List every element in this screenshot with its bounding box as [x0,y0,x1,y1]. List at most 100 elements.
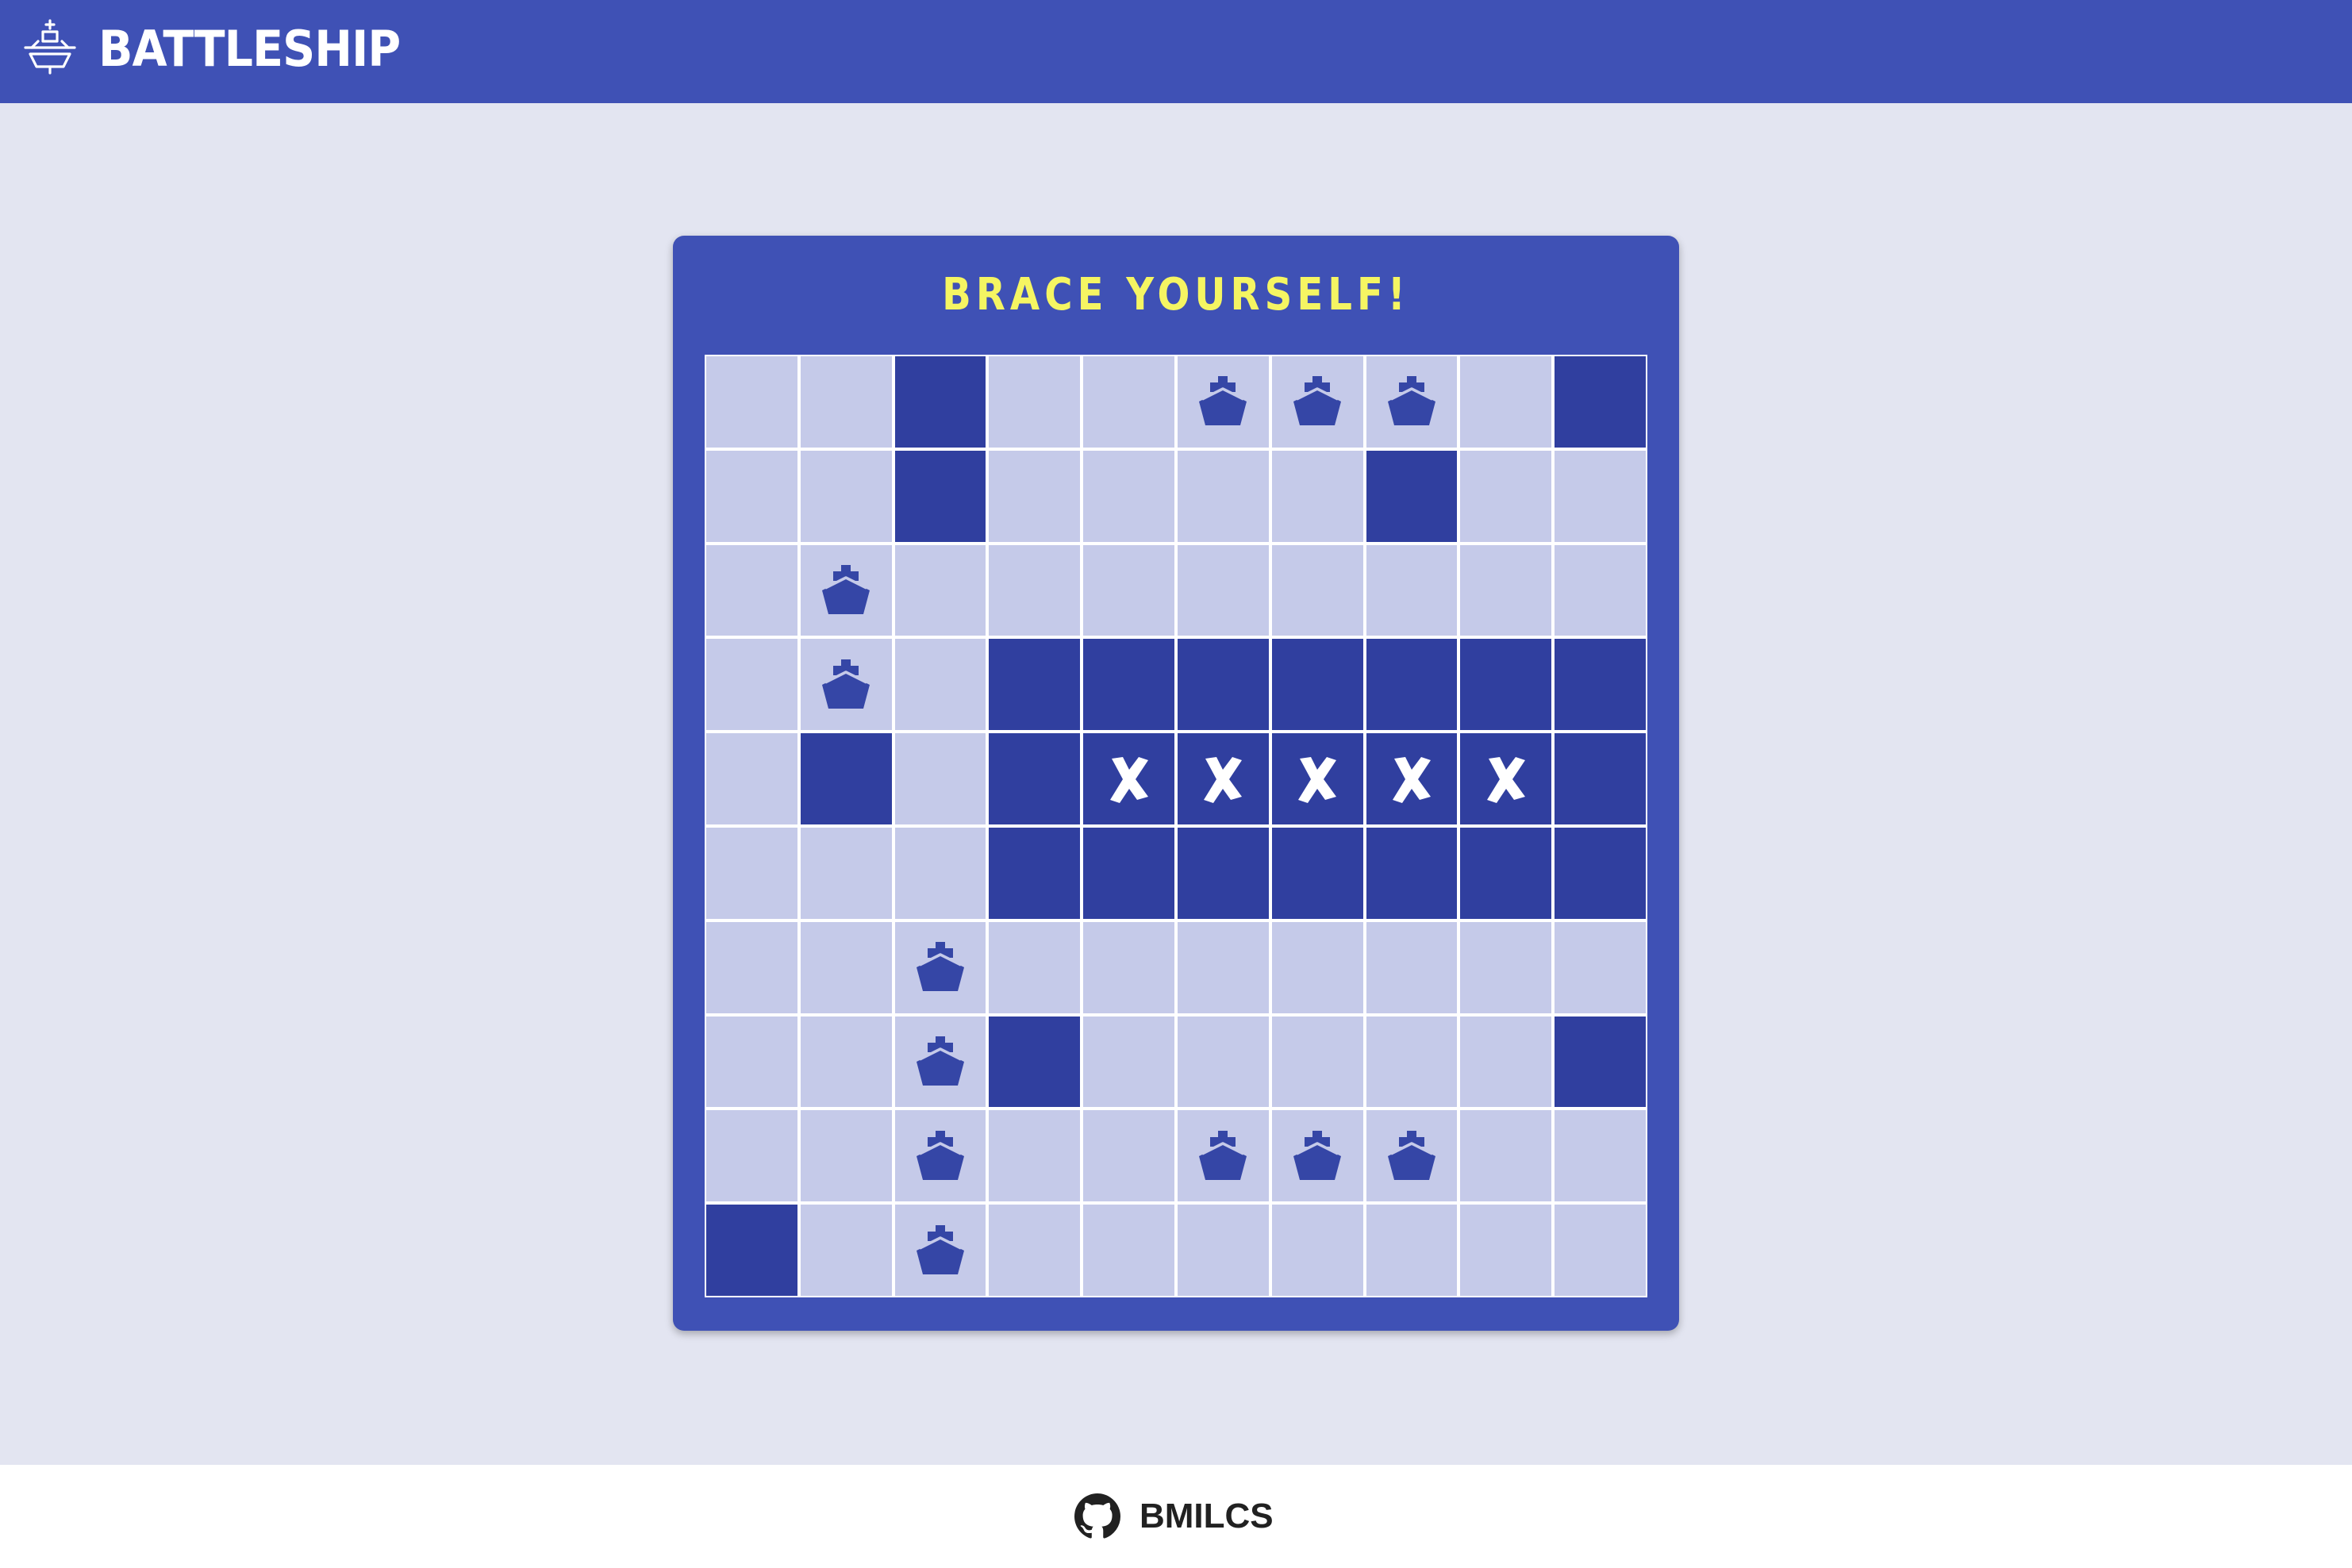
board-cell-empty[interactable] [1555,1110,1646,1202]
board-cell-ship[interactable] [1178,356,1269,448]
board-cell-ship[interactable] [894,921,986,1013]
board-cell-miss[interactable] [989,733,1081,824]
board-cell-hit[interactable] [1271,733,1363,824]
board-cell-ship[interactable] [1366,1110,1458,1202]
board-cell-empty[interactable] [1083,921,1174,1013]
board-cell-empty[interactable] [1178,544,1269,636]
board-cell-ship[interactable] [894,1110,986,1202]
board-cell-empty[interactable] [894,733,986,824]
board-cell-empty[interactable] [1460,450,1552,542]
board-cell-empty[interactable] [989,544,1081,636]
board-cell-empty[interactable] [800,828,892,919]
board-cell-empty[interactable] [706,639,797,731]
board-cell-miss[interactable] [1555,1016,1646,1108]
board-cell-hit[interactable] [1178,733,1269,824]
board-cell-hit[interactable] [1460,733,1552,824]
board-cell-empty[interactable] [706,1110,797,1202]
board-cell-miss[interactable] [1460,639,1552,731]
board-cell-empty[interactable] [1366,1016,1458,1108]
board-cell-miss[interactable] [989,639,1081,731]
board-cell-empty[interactable] [1460,544,1552,636]
board-cell-ship[interactable] [894,1205,986,1296]
board-cell-empty[interactable] [800,1110,892,1202]
board-cell-empty[interactable] [1271,544,1363,636]
board-cell-empty[interactable] [800,921,892,1013]
board-cell-ship[interactable] [800,544,892,636]
board-cell-empty[interactable] [1555,1205,1646,1296]
board-cell-miss[interactable] [1178,639,1269,731]
board-cell-hit[interactable] [1083,733,1174,824]
board-cell-ship[interactable] [1178,1110,1269,1202]
board-cell-empty[interactable] [1460,1205,1552,1296]
board-cell-empty[interactable] [1271,1016,1363,1108]
board-cell-empty[interactable] [706,544,797,636]
board-cell-empty[interactable] [800,1016,892,1108]
board-cell-empty[interactable] [706,356,797,448]
board-cell-miss[interactable] [1460,828,1552,919]
board-cell-empty[interactable] [1083,1016,1174,1108]
board-cell-empty[interactable] [706,1016,797,1108]
board-cell-miss[interactable] [1366,450,1458,542]
board-cell-miss[interactable] [1271,828,1363,919]
board-cell-miss[interactable] [1555,639,1646,731]
board-cell-empty[interactable] [989,921,1081,1013]
board-cell-empty[interactable] [800,450,892,542]
board-cell-empty[interactable] [989,356,1081,448]
board-cell-ship[interactable] [1366,356,1458,448]
board-cell-empty[interactable] [1083,1205,1174,1296]
board-cell-empty[interactable] [1460,921,1552,1013]
board-cell-empty[interactable] [1083,1110,1174,1202]
board-cell-empty[interactable] [1555,450,1646,542]
board-cell-miss[interactable] [1555,733,1646,824]
board-cell-miss[interactable] [706,1205,797,1296]
board-cell-miss[interactable] [989,828,1081,919]
board-cell-empty[interactable] [1271,1205,1363,1296]
board-cell-empty[interactable] [1271,450,1363,542]
board-cell-empty[interactable] [1555,921,1646,1013]
board-cell-empty[interactable] [706,828,797,919]
board-cell-empty[interactable] [1555,544,1646,636]
board-cell-empty[interactable] [1083,450,1174,542]
board-cell-ship[interactable] [1271,1110,1363,1202]
board-cell-empty[interactable] [1178,921,1269,1013]
board-cell-empty[interactable] [706,733,797,824]
board-cell-empty[interactable] [894,639,986,731]
board-cell-empty[interactable] [1366,1205,1458,1296]
board-cell-empty[interactable] [1460,1016,1552,1108]
board-cell-empty[interactable] [894,828,986,919]
board-cell-miss[interactable] [1083,828,1174,919]
board-cell-miss[interactable] [894,450,986,542]
board-cell-empty[interactable] [1366,544,1458,636]
board-cell-empty[interactable] [989,450,1081,542]
board-cell-miss[interactable] [1271,639,1363,731]
board-cell-empty[interactable] [706,450,797,542]
board-cell-empty[interactable] [894,544,986,636]
board-cell-empty[interactable] [1178,1016,1269,1108]
board-cell-empty[interactable] [1271,921,1363,1013]
board-cell-miss[interactable] [894,356,986,448]
board-cell-miss[interactable] [800,733,892,824]
board-cell-empty[interactable] [706,921,797,1013]
board-cell-miss[interactable] [1083,639,1174,731]
board-cell-miss[interactable] [1178,828,1269,919]
board-cell-empty[interactable] [989,1205,1081,1296]
board-cell-miss[interactable] [1366,639,1458,731]
board-cell-empty[interactable] [800,1205,892,1296]
board-cell-empty[interactable] [1178,1205,1269,1296]
board-cell-miss[interactable] [1555,356,1646,448]
board-cell-miss[interactable] [1555,828,1646,919]
github-author-link[interactable]: BMILCS [1074,1492,1274,1541]
board-cell-empty[interactable] [1366,921,1458,1013]
board-cell-empty[interactable] [1083,356,1174,448]
board-cell-empty[interactable] [989,1110,1081,1202]
board-cell-ship[interactable] [800,639,892,731]
board-cell-empty[interactable] [1178,450,1269,542]
board-cell-ship[interactable] [1271,356,1363,448]
board-cell-ship[interactable] [894,1016,986,1108]
board-cell-hit[interactable] [1366,733,1458,824]
board-cell-empty[interactable] [1083,544,1174,636]
board-cell-miss[interactable] [1366,828,1458,919]
board-cell-miss[interactable] [989,1016,1081,1108]
board-cell-empty[interactable] [800,356,892,448]
board-cell-empty[interactable] [1460,1110,1552,1202]
